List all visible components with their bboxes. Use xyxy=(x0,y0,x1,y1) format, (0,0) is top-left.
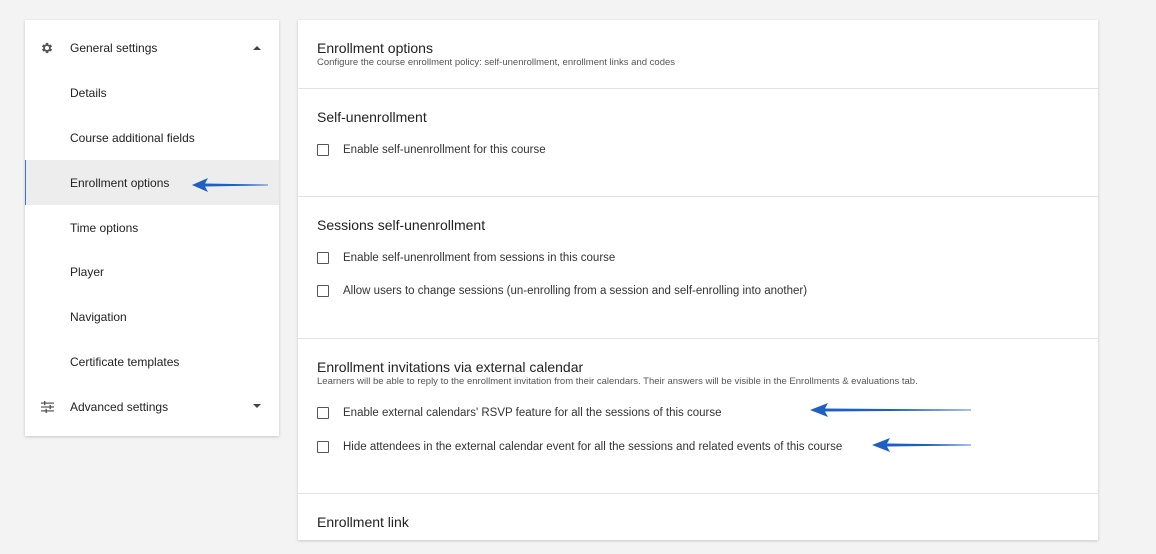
enrollment-options-panel: Enrollment options Configure the course … xyxy=(298,20,1098,540)
sidebar-general-settings-label: General settings xyxy=(70,40,158,55)
sidebar-item-navigation[interactable]: Navigation xyxy=(25,294,279,339)
section-title: Self-unenrollment xyxy=(317,109,427,125)
sidebar-item-label: Player xyxy=(70,264,105,279)
option-allow-change-sessions[interactable]: Allow users to change sessions (un-enrol… xyxy=(317,283,807,299)
sidebar-item-label: Enrollment options xyxy=(70,175,170,190)
section-self-unenrollment: Self-unenrollment Enable self-unenrollme… xyxy=(298,89,1098,197)
sidebar-general-settings[interactable]: General settings xyxy=(25,25,279,70)
sidebar-item-label: Course additional fields xyxy=(70,130,195,145)
section-title: Enrollment invitations via external cale… xyxy=(317,359,584,375)
sidebar-item-course-additional-fields[interactable]: Course additional fields xyxy=(25,115,279,160)
sidebar-item-label: Navigation xyxy=(70,309,127,324)
sidebar-item-time-options[interactable]: Time options xyxy=(25,205,279,250)
option-hide-attendees[interactable]: Hide attendees in the external calendar … xyxy=(317,439,842,455)
sidebar-item-certificate-templates[interactable]: Certificate templates xyxy=(25,339,279,384)
sidebar-item-label: Certificate templates xyxy=(70,354,180,369)
caret-up-icon xyxy=(253,44,261,52)
option-label: Enable self-unenrollment from sessions i… xyxy=(343,252,616,264)
option-label: Allow users to change sessions (un-enrol… xyxy=(343,285,808,297)
page-title: Enrollment options xyxy=(317,40,433,56)
gear-icon xyxy=(39,40,55,56)
checkbox[interactable] xyxy=(317,441,329,453)
annotation-arrow-icon xyxy=(192,178,268,192)
section-external-calendar-invitations: Enrollment invitations via external cale… xyxy=(298,339,1098,494)
section-sessions-self-unenrollment: Sessions self-unenrollment Enable self-u… xyxy=(298,197,1098,339)
checkbox[interactable] xyxy=(317,285,329,297)
option-enable-self-unenrollment[interactable]: Enable self-unenrollment for this course xyxy=(317,142,546,158)
option-label: Enable self-unenrollment for this course xyxy=(343,144,546,156)
section-title: Enrollment link xyxy=(317,514,409,530)
section-description: Learners will be able to reply to the en… xyxy=(317,376,918,387)
annotation-arrow-icon xyxy=(872,438,971,452)
sidebar-advanced-settings-label: Advanced settings xyxy=(70,399,169,414)
option-enable-session-self-unenrollment[interactable]: Enable self-unenrollment from sessions i… xyxy=(317,250,615,266)
checkbox[interactable] xyxy=(317,407,329,419)
sidebar-item-label: Time options xyxy=(70,220,139,235)
checkbox[interactable] xyxy=(317,252,329,264)
option-label: Hide attendees in the external calendar … xyxy=(343,441,843,453)
page-description: Configure the course enrollment policy: … xyxy=(317,57,676,68)
section-title: Sessions self-unenrollment xyxy=(317,217,486,233)
panel-header: Enrollment options Configure the course … xyxy=(298,20,1098,89)
sidebar-item-details[interactable]: Details xyxy=(25,70,279,115)
settings-sidebar: General settings Details Course addition… xyxy=(25,20,279,436)
option-enable-rsvp[interactable]: Enable external calendars' RSVP feature … xyxy=(317,405,722,421)
option-label: Enable external calendars' RSVP feature … xyxy=(343,407,722,419)
caret-down-icon xyxy=(253,403,261,411)
section-enrollment-link: Enrollment link xyxy=(298,494,1098,554)
sliders-icon xyxy=(39,399,55,415)
sidebar-item-label: Details xyxy=(70,85,107,100)
sidebar-advanced-settings[interactable]: Advanced settings xyxy=(25,384,279,429)
checkbox[interactable] xyxy=(317,144,329,156)
annotation-arrow-icon xyxy=(810,403,971,417)
sidebar-item-player[interactable]: Player xyxy=(25,249,279,294)
